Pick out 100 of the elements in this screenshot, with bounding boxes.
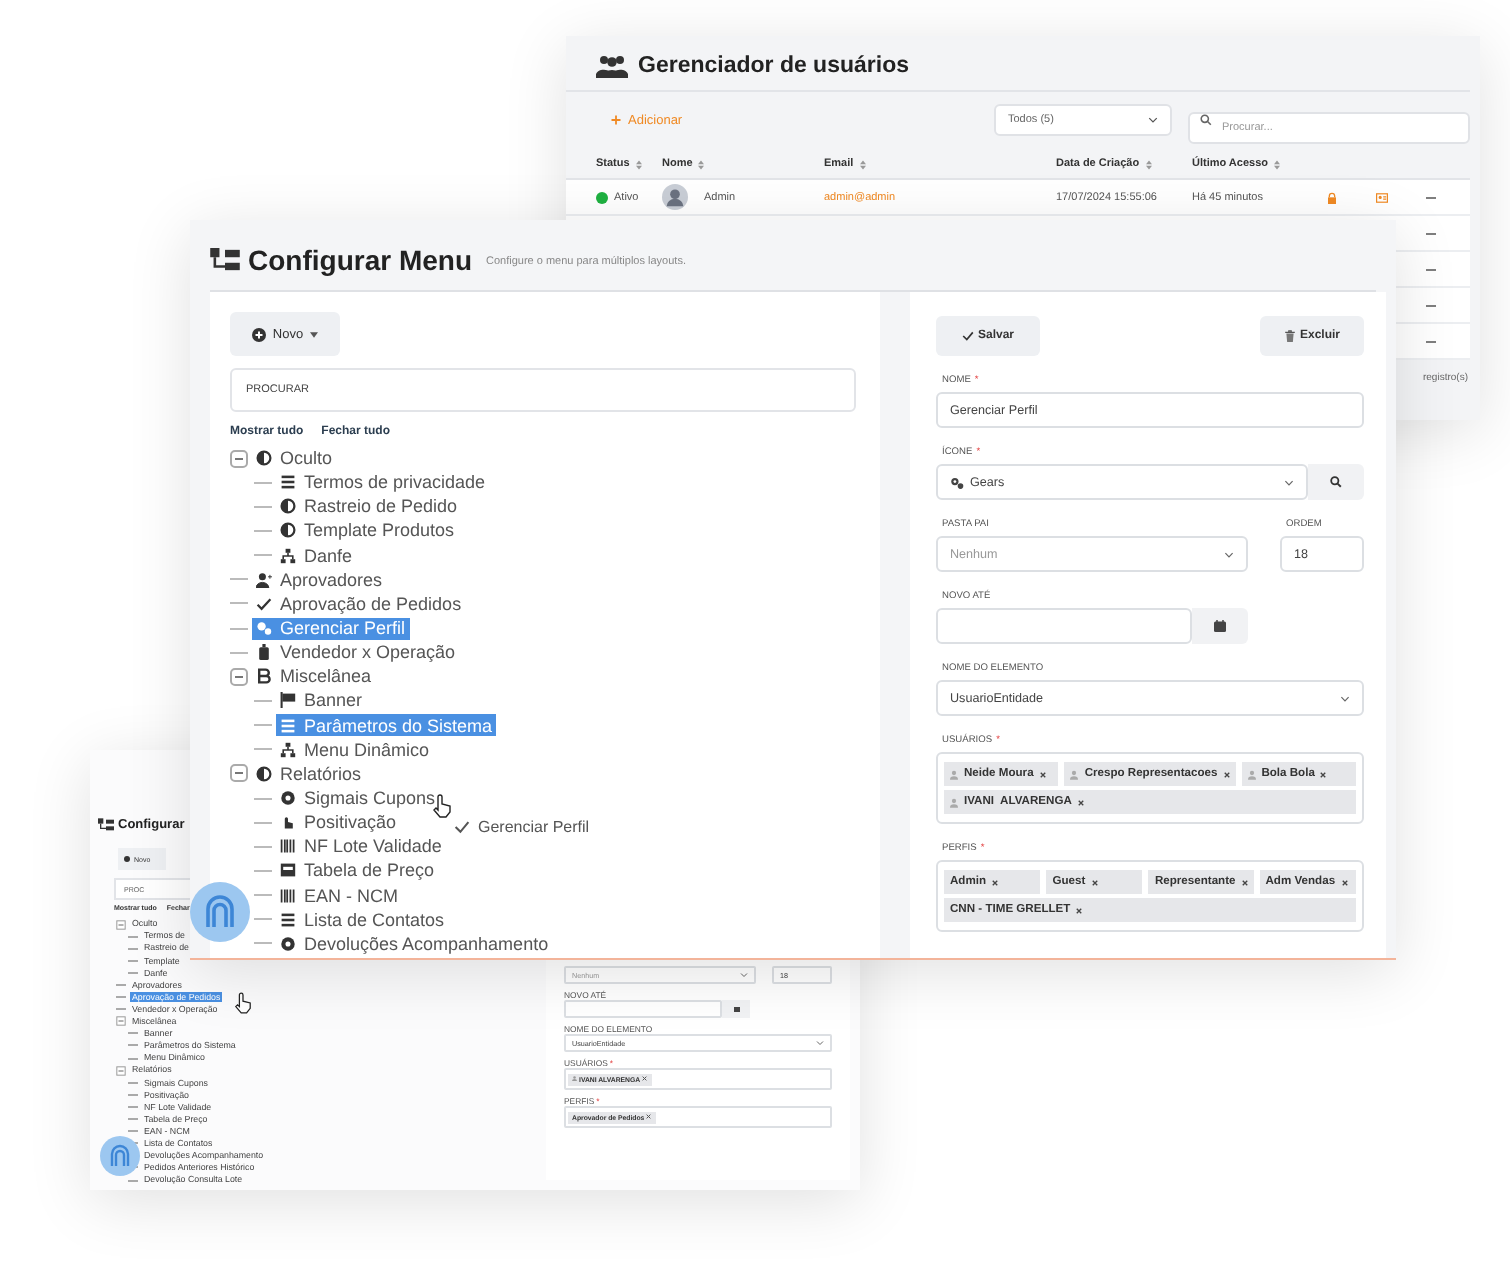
remove-icon[interactable] [1341,879,1348,885]
tree-item[interactable]: Menu Dinâmico [276,738,434,761]
remove-icon[interactable] [1039,771,1046,777]
date-field[interactable] [564,1000,722,1018]
caret-icon [309,331,318,337]
list-icon [280,717,296,734]
dash-icon[interactable] [1426,339,1436,343]
tree-item[interactable]: Rastreio de Pedido [276,495,462,518]
remove-icon[interactable] [1320,771,1327,777]
window-title: Configurar Menu [248,243,472,275]
user-icon [256,571,272,588]
gears-icon [950,475,964,489]
trash-icon [1283,330,1296,342]
check-icon [961,330,974,342]
user-icon [572,1076,577,1082]
collapse-icon[interactable] [230,764,248,783]
user-icon [950,769,958,779]
tree-item[interactable]: Aprovação de Pedidos [252,592,466,615]
tree-item[interactable]: Miscelânea [252,665,376,688]
tree-item[interactable]: Oculto [252,447,337,470]
gears-icon [256,620,272,637]
chevron-icon [816,1040,824,1046]
drag-label: Gerenciar Perfil [478,818,590,836]
search-icon [1330,476,1342,488]
calendar-icon [1214,620,1226,632]
tree-item[interactable]: Vendedor x Operação [252,641,460,664]
dash-icon[interactable] [1426,267,1436,271]
tree-item[interactable]: Sigmais Cupons [276,787,440,810]
sitemap-icon [98,818,114,832]
list-icon [280,911,296,928]
barcode-icon [280,887,296,904]
tree-item[interactable]: Danfe [276,544,357,567]
remove-icon[interactable] [1091,879,1098,885]
sort-icon [859,159,866,169]
plus-icon [610,114,622,126]
chevron-icon [1148,116,1158,124]
remove-icon[interactable] [992,879,999,885]
avatar-icon [662,184,688,210]
sort-icon [698,159,705,169]
plus-circle-icon [252,327,267,341]
sitemap-icon [280,741,296,758]
tree-item[interactable]: NF Lote Validade [276,835,446,858]
date-field[interactable] [936,608,1192,644]
tree-item[interactable]: Termos de privacidade [276,471,490,494]
user-icon [950,797,958,807]
chevron-icon [1224,551,1234,557]
tree-item[interactable]: Template Produtos [276,519,459,542]
tree-item[interactable]: Lista de Contatos [276,908,449,931]
users-icon [596,54,628,78]
remove-icon[interactable] [642,1076,648,1082]
tree-item[interactable]: Tabela de Preço [276,859,439,882]
user-icon [1070,769,1079,779]
remove-icon[interactable] [646,1114,652,1120]
hand-cursor-icon [432,794,452,818]
remove-icon[interactable] [1241,879,1248,885]
remove-icon[interactable] [1076,907,1083,913]
user-icon [1247,769,1256,779]
tree-item[interactable]: EAN - NCM [276,884,402,907]
tree-item[interactable]: Devoluções Acompanhamento [276,932,553,955]
calendar-button[interactable] [1192,608,1248,644]
contrast-icon [256,450,272,467]
sitemap-icon [280,547,296,564]
chevron-icon [740,972,748,978]
window-title: Gerenciador de usuários [638,54,909,78]
contrast-icon [280,522,296,539]
lock-icon[interactable] [1326,191,1338,203]
sort-icon [1274,159,1281,169]
calendar-button[interactable] [722,1000,750,1018]
fingerprint-icon [100,1136,140,1176]
hand-cursor-icon [234,992,252,1014]
check-icon [256,595,272,612]
check-icon [454,820,470,834]
search-button[interactable] [1308,464,1364,500]
tree-item[interactable]: Banner [276,689,367,712]
chevron-icon [1340,695,1350,701]
plus-circle-icon [124,856,130,862]
dash-icon[interactable] [1426,303,1436,307]
collapse-icon[interactable] [230,667,248,686]
tree-item[interactable]: Relatórios [252,762,366,785]
flag-icon [280,692,296,709]
list-icon [280,474,296,491]
remove-icon[interactable] [1223,771,1230,777]
chevron-icon [1284,479,1294,485]
calendar-icon [733,1006,739,1012]
tree-item[interactable]: Aprovadores [252,568,387,591]
tray-icon [280,862,296,879]
search-icon [1200,114,1212,126]
contrast-icon [280,498,296,515]
dash-icon[interactable] [1426,195,1436,199]
dash-icon[interactable] [1426,231,1436,235]
coin-icon [280,790,296,807]
tree-item[interactable]: Positivação [276,811,401,834]
doc-icon [256,668,272,685]
sort-icon [635,159,642,169]
sitemap-icon [210,247,240,271]
coin-icon [280,935,296,952]
remove-icon[interactable] [1077,799,1084,805]
card-icon[interactable] [1376,191,1388,203]
collapse-icon[interactable] [230,449,248,468]
contrast-icon [256,765,272,782]
